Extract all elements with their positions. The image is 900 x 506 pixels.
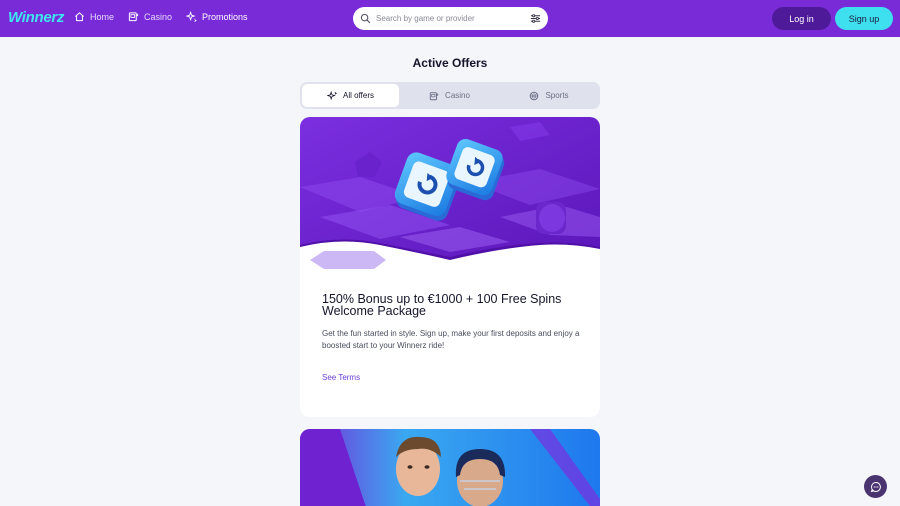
login-button[interactable]: Log in <box>772 7 831 30</box>
slot-machine-icon <box>429 91 439 100</box>
nav-home[interactable]: Home <box>74 11 114 22</box>
slot-machine-icon <box>128 12 139 22</box>
tab-all-offers[interactable]: All offers <box>302 84 399 107</box>
nav-promotions[interactable]: Promotions <box>186 11 248 22</box>
tab-casino-label: Casino <box>445 91 470 100</box>
search-bar <box>353 7 548 30</box>
chat-button[interactable] <box>864 475 887 498</box>
tab-sports-label: Sports <box>545 91 569 100</box>
offer-card-sports[interactable] <box>300 429 600 506</box>
sparkle-icon <box>186 11 197 22</box>
page-title: Active Offers <box>412 56 488 70</box>
offer-description: Get the fun started in style. Sign up, m… <box>322 329 580 350</box>
tab-sports[interactable]: Sports <box>500 84 598 107</box>
signup-button[interactable]: Sign up <box>835 7 893 30</box>
tab-all-offers-label: All offers <box>343 91 374 100</box>
tab-casino[interactable]: Casino <box>400 84 499 107</box>
sports-offer-banner-image <box>300 429 600 506</box>
home-icon <box>75 12 84 22</box>
offer-title: 150% Bonus up to €1000 + 100 Free Spins … <box>322 292 562 318</box>
offer-banner-image <box>300 117 600 269</box>
nav-casino[interactable]: Casino <box>128 11 172 22</box>
chat-icon <box>870 481 881 492</box>
search-input[interactable] <box>376 12 526 25</box>
nav-promotions-label: Promotions <box>202 11 248 22</box>
sparkle-icon <box>327 90 337 100</box>
search-icon <box>360 13 371 24</box>
see-terms-link[interactable]: See Terms <box>322 373 360 382</box>
offer-card[interactable]: 150% Bonus up to €1000 + 100 Free Spins … <box>300 117 600 417</box>
top-header: Winnerz Home Casino Promotions Log in Si… <box>0 0 900 37</box>
filter-icon[interactable] <box>530 13 541 24</box>
offer-tabs: All offers Casino Sports <box>300 82 600 109</box>
nav-home-label: Home <box>90 11 115 22</box>
ball-icon <box>530 91 539 100</box>
logo[interactable]: Winnerz <box>8 9 64 26</box>
nav-casino-label: Casino <box>144 11 173 22</box>
